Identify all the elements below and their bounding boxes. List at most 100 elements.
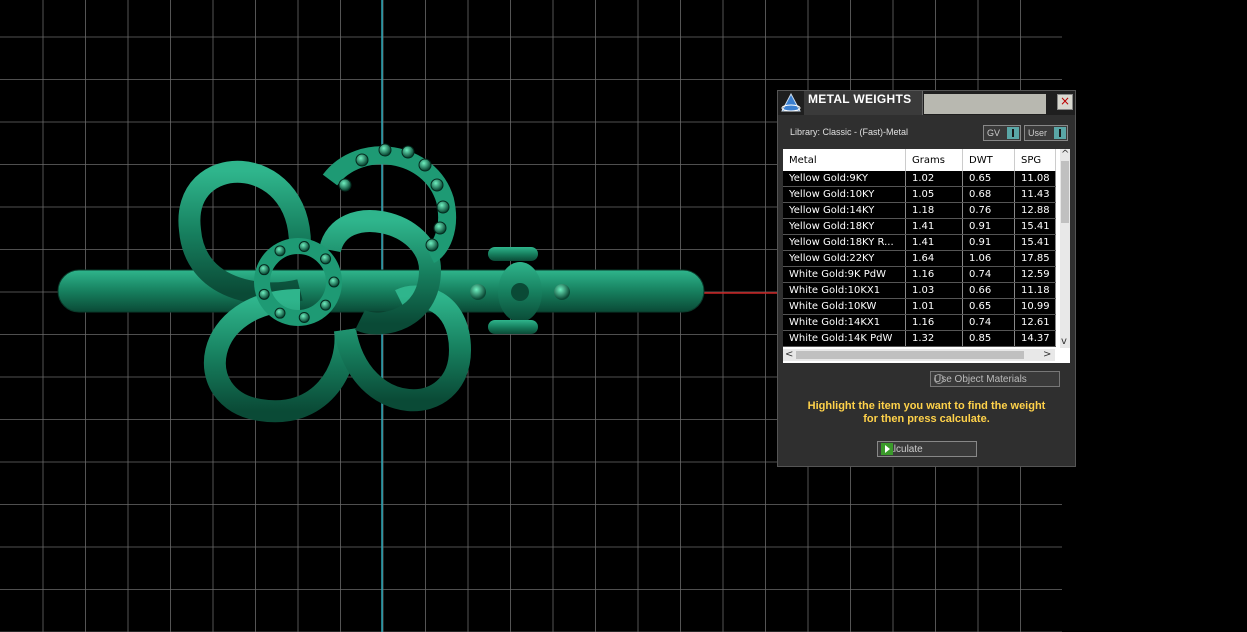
gem-stone xyxy=(328,276,340,288)
calculate-button[interactable]: Calculate xyxy=(877,441,977,457)
cell-grams: 1.16 xyxy=(905,314,963,331)
scroll-left-icon[interactable]: < xyxy=(785,350,793,360)
cell-dwt: 0.74 xyxy=(962,266,1015,283)
ring-model[interactable] xyxy=(57,143,705,423)
cell-grams: 1.32 xyxy=(905,330,963,347)
col-header-grams[interactable]: Grams xyxy=(905,149,963,171)
gem-stone xyxy=(338,178,352,192)
cell-spg: 11.08 xyxy=(1014,171,1056,187)
user-button[interactable]: User xyxy=(1024,125,1068,141)
user-button-label: User xyxy=(1028,128,1048,138)
gem-stone xyxy=(298,311,310,323)
table-row[interactable]: Yellow Gold:18KY R... 1.41 0.91 15.41 xyxy=(783,234,1056,251)
cell-dwt: 0.65 xyxy=(962,171,1015,187)
cell-grams: 1.03 xyxy=(905,282,963,299)
cell-metal: Yellow Gold:18KY R... xyxy=(783,234,906,251)
scroll-down-icon[interactable]: v xyxy=(1061,337,1067,347)
instruction-line-2: for then press calculate. xyxy=(863,413,990,425)
cell-metal: White Gold:9K PdW xyxy=(783,266,906,283)
gem-stone xyxy=(274,307,286,319)
gem-stone xyxy=(355,153,369,167)
vertical-scrollbar[interactable]: ^ v xyxy=(1060,149,1070,348)
play-icon xyxy=(881,443,893,455)
close-icon[interactable]: × xyxy=(1057,94,1073,110)
cell-metal: White Gold:10KW xyxy=(783,298,906,315)
cell-spg: 14.37 xyxy=(1014,330,1056,347)
cell-spg: 12.88 xyxy=(1014,202,1056,219)
metal-table[interactable]: Metal Grams DWT SPG Yellow Gold:9KY 1.02 0… xyxy=(783,149,1070,363)
cell-metal: White Gold:14KX1 xyxy=(783,314,906,331)
cell-grams: 1.41 xyxy=(905,218,963,235)
table-row[interactable]: Yellow Gold:18KY 1.41 0.91 15.41 xyxy=(783,218,1056,235)
title-bar-fill xyxy=(924,94,1046,114)
cell-spg: 17.85 xyxy=(1014,250,1056,267)
app-logo-icon xyxy=(781,93,801,112)
table-row[interactable]: Yellow Gold:14KY 1.18 0.76 12.88 xyxy=(783,202,1056,219)
instruction-line-1: Highlight the item you want to find the … xyxy=(807,400,1046,412)
col-header-spg[interactable]: SPG xyxy=(1014,149,1056,171)
cell-dwt: 1.06 xyxy=(962,250,1015,267)
cell-metal: Yellow Gold:10KY xyxy=(783,186,906,203)
cell-spg: 11.43 xyxy=(1014,186,1056,203)
gear-icon xyxy=(934,374,944,384)
table-row[interactable]: White Gold:10KW 1.01 0.65 10.99 xyxy=(783,298,1056,315)
cell-spg: 12.61 xyxy=(1014,314,1056,331)
cell-spg: 11.18 xyxy=(1014,282,1056,299)
table-row[interactable]: Yellow Gold:10KY 1.05 0.68 11.43 xyxy=(783,186,1056,203)
gem-stone xyxy=(320,299,332,311)
gem-stone xyxy=(430,178,444,192)
cell-spg: 12.59 xyxy=(1014,266,1056,283)
cell-dwt: 0.91 xyxy=(962,234,1015,251)
scroll-up-icon[interactable]: ^ xyxy=(1061,150,1069,160)
panel-title: METAL WEIGHTS xyxy=(808,92,912,106)
cell-dwt: 0.76 xyxy=(962,202,1015,219)
horizontal-scrollbar[interactable]: < > xyxy=(783,349,1055,361)
gv-button-label: GV xyxy=(987,128,1001,138)
gem-stone xyxy=(401,145,415,159)
cell-metal: Yellow Gold:9KY xyxy=(783,171,906,187)
table-row[interactable]: White Gold:9K PdW 1.16 0.74 12.59 xyxy=(783,266,1056,283)
gem-stone xyxy=(258,264,270,276)
cell-metal: Yellow Gold:22KY xyxy=(783,250,906,267)
cell-grams: 1.01 xyxy=(905,298,963,315)
toggle-icon xyxy=(1054,127,1066,139)
table-row[interactable]: Yellow Gold:9KY 1.02 0.65 11.08 xyxy=(783,171,1056,187)
instruction-text: Highlight the item you want to find the … xyxy=(788,400,1065,426)
metal-weights-panel: METAL WEIGHTS × Library: Classic - (Fast… xyxy=(777,90,1076,467)
table-row[interactable]: White Gold:10KX1 1.03 0.66 11.18 xyxy=(783,282,1056,299)
cell-metal: Yellow Gold:18KY xyxy=(783,218,906,235)
scroll-right-icon[interactable]: > xyxy=(1043,350,1051,360)
use-object-materials-button[interactable]: Use Object Materials xyxy=(930,371,1060,387)
gem-stone xyxy=(298,241,310,253)
vertical-scroll-thumb[interactable] xyxy=(1061,161,1069,223)
cell-metal: White Gold:10KX1 xyxy=(783,282,906,299)
gem-stone xyxy=(258,288,270,300)
ring-shank xyxy=(57,269,705,313)
cell-grams: 1.16 xyxy=(905,266,963,283)
gem-stone xyxy=(378,143,392,157)
cell-spg: 15.41 xyxy=(1014,234,1056,251)
gem-stone xyxy=(274,245,286,257)
toggle-icon xyxy=(1007,127,1019,139)
table-row[interactable]: White Gold:14KX1 1.16 0.74 12.61 xyxy=(783,314,1056,331)
table-row[interactable]: White Gold:14K PdW 1.32 0.85 14.37 xyxy=(783,330,1056,347)
cell-metal: White Gold:14K PdW xyxy=(783,330,906,347)
use-object-materials-label: Use Object Materials xyxy=(934,374,1027,385)
panel-titlebar[interactable]: METAL WEIGHTS × xyxy=(778,91,1075,115)
col-header-dwt[interactable]: DWT xyxy=(962,149,1015,171)
table-row[interactable]: Yellow Gold:22KY 1.64 1.06 17.85 xyxy=(783,250,1056,267)
cell-grams: 1.18 xyxy=(905,202,963,219)
cell-dwt: 0.85 xyxy=(962,330,1015,347)
col-header-metal[interactable]: Metal xyxy=(783,149,906,171)
cell-dwt: 0.68 xyxy=(962,186,1015,203)
table-header-row: Metal Grams DWT SPG xyxy=(783,149,1056,171)
gem-stone xyxy=(436,200,450,214)
cell-metal: Yellow Gold:14KY xyxy=(783,202,906,219)
gv-button[interactable]: GV xyxy=(983,125,1021,141)
cell-spg: 15.41 xyxy=(1014,218,1056,235)
horizontal-scroll-thumb[interactable] xyxy=(796,351,1024,359)
cell-dwt: 0.66 xyxy=(962,282,1015,299)
cell-spg: 10.99 xyxy=(1014,298,1056,315)
cell-dwt: 0.74 xyxy=(962,314,1015,331)
cell-dwt: 0.65 xyxy=(962,298,1015,315)
